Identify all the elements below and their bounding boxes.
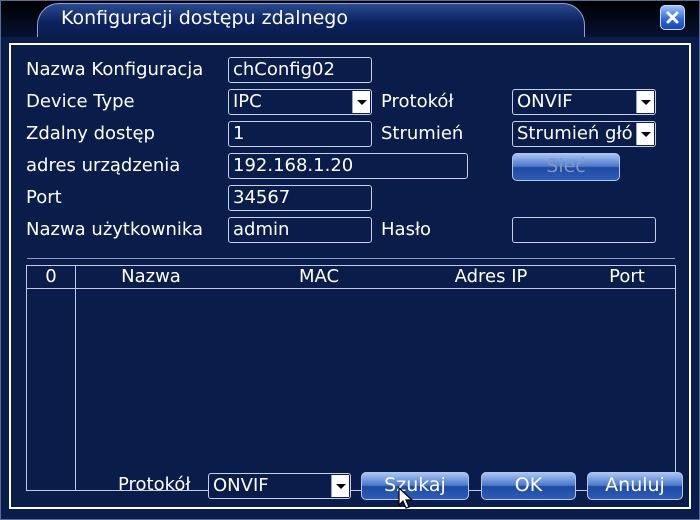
cancel-button[interactable]: Anuluj (587, 472, 683, 500)
divider (27, 258, 675, 259)
column-header-port[interactable]: Port (587, 266, 667, 288)
chevron-down-icon[interactable] (331, 475, 349, 497)
config-name-label: Nazwa Konfiguracja (26, 59, 204, 80)
config-name-input[interactable]: chConfig02 (228, 57, 372, 83)
column-divider (75, 266, 76, 490)
column-header-ip[interactable]: Adres IP (427, 266, 555, 288)
device-type-label: Device Type (26, 91, 135, 112)
column-header-name[interactable]: Nazwa (87, 266, 215, 288)
close-icon (666, 11, 679, 24)
password-label: Hasło (381, 219, 432, 240)
stream-label: Strumień (381, 123, 464, 144)
username-input[interactable]: admin (228, 217, 372, 243)
title-bar: Konfiguracji dostępu zdalnego (1, 1, 699, 37)
footer-protocol-select[interactable]: ONVIF (208, 473, 351, 499)
device-type-value: IPC (233, 91, 262, 112)
dialog-title: Konfiguracji dostępu zdalnego (61, 7, 348, 29)
device-address-input[interactable]: 192.168.1.20 (228, 153, 468, 179)
port-input[interactable]: 34567 (228, 185, 372, 211)
protocol-value: ONVIF (517, 91, 573, 112)
device-type-select[interactable]: IPC (228, 89, 372, 115)
footer-protocol-value: ONVIF (213, 475, 269, 496)
port-label: Port (26, 187, 62, 208)
table-header: 0 Nazwa MAC Adres IP Port (27, 266, 675, 289)
mouse-pointer-icon (398, 487, 414, 509)
username-label: Nazwa użytkownika (26, 219, 204, 240)
password-input[interactable] (512, 217, 656, 243)
network-button[interactable]: Sieć (512, 153, 620, 181)
chevron-down-icon[interactable] (352, 91, 370, 113)
device-table[interactable]: 0 Nazwa MAC Adres IP Port (26, 265, 676, 491)
chevron-down-icon[interactable] (636, 91, 654, 113)
remote-access-config-dialog: Konfiguracji dostępu zdalnego Nazwa Konf… (0, 0, 700, 520)
protocol-label: Protokół (381, 91, 454, 112)
remote-channel-input[interactable]: 1 (228, 121, 372, 147)
remote-channel-label: Zdalny dostęp (26, 123, 155, 144)
ok-button[interactable]: OK (481, 472, 576, 500)
close-button[interactable] (660, 5, 685, 30)
search-button[interactable]: Szukaj (361, 472, 469, 500)
footer-protocol-label: Protokół (118, 474, 191, 495)
chevron-down-icon[interactable] (636, 123, 654, 145)
config-panel: Nazwa Konfiguracja chConfig02 Device Typ… (9, 43, 691, 509)
stream-value: Strumień głó (517, 123, 633, 144)
column-header-index[interactable]: 0 (27, 266, 75, 288)
protocol-select[interactable]: ONVIF (512, 89, 656, 115)
stream-select[interactable]: Strumień głó (512, 121, 656, 147)
device-address-label: adres urządzenia (26, 155, 181, 176)
column-header-mac[interactable]: MAC (255, 266, 383, 288)
